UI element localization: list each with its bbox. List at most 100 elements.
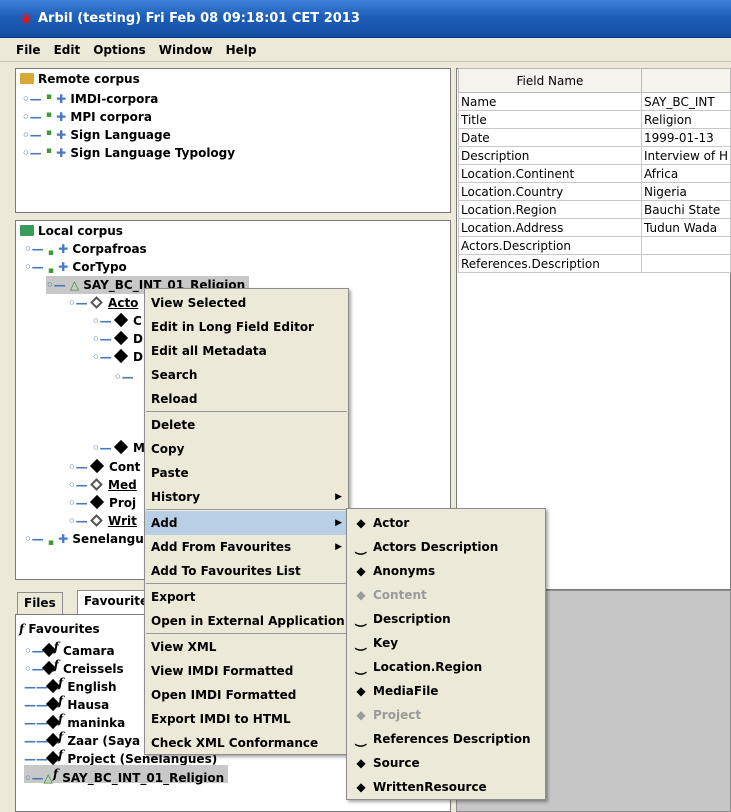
favourite-camara[interactable]: ◦— f Camara [24, 638, 115, 658]
table-row[interactable]: Description Interview of H [458, 146, 731, 165]
favourite-marker-icon: f [58, 730, 64, 744]
menu-options[interactable]: Options [93, 43, 146, 57]
tree-item-mpi-corpora[interactable]: ◦— ▪ ✚ MPI corpora [22, 106, 152, 124]
tree-item-actors[interactable]: ◦— Acto [68, 294, 138, 312]
favourite-zaar[interactable]: —— f Zaar (Saya [24, 728, 140, 748]
submenu-item-location-region[interactable]: ⏝ Location.Region [347, 655, 482, 679]
submenu-item-key[interactable]: ⏝ Key [347, 631, 398, 655]
tab-files[interactable]: Files [17, 592, 63, 614]
tree-item-senelangues[interactable]: ◦— ▪ ✚ Senelangue [24, 530, 152, 548]
diamond-icon [113, 330, 128, 346]
submenu-item-description[interactable]: ⏝ Description [347, 607, 450, 631]
menu-separator [146, 633, 347, 634]
menu-edit[interactable]: Edit [54, 43, 81, 57]
tree-item-sign-language[interactable]: ◦— ▪ ✚ Sign Language [22, 124, 171, 142]
remote-corpus-root[interactable]: Remote corpus [20, 70, 140, 88]
submenu-item-source[interactable]: ◆ Source [347, 751, 419, 775]
tab-favourites[interactable]: Favourite [77, 590, 148, 614]
window-title-bar[interactable]: ❦ Arbil (testing) Fri Feb 08 09:18:01 CE… [0, 0, 731, 38]
tree-item-media[interactable]: ◦— Med [68, 476, 137, 494]
table-row[interactable]: Location.Region Bauchi State [458, 200, 731, 219]
menu-item-delete[interactable]: Delete [145, 413, 195, 437]
table-row[interactable]: Name SAY_BC_INT [458, 92, 731, 111]
menu-item-edit-long-field[interactable]: Edit in Long Field Editor [145, 315, 314, 339]
favourite-session-selected[interactable]: ◦—△f SAY_BC_INT_01_Religion [24, 765, 229, 785]
table-row[interactable]: Actors.Description [458, 236, 731, 255]
menu-file[interactable]: File [16, 43, 41, 57]
table-row[interactable]: Date 1999-01-13 [458, 128, 731, 147]
favourite-english[interactable]: —— f English [24, 674, 117, 694]
submenu-item-anonyms[interactable]: ◆ Anonyms [347, 559, 435, 583]
table-row[interactable]: Location.Country Nigeria [458, 182, 731, 201]
favourite-marker-icon: f [19, 622, 25, 636]
diamond-disabled-icon: ◆ [356, 708, 366, 722]
diamond-icon: ◆ [356, 684, 366, 698]
submenu-item-actor[interactable]: ◆ Actor [347, 511, 409, 535]
favourite-hausa[interactable]: —— f Hausa [24, 692, 109, 712]
favourite-marker-icon: f [58, 676, 64, 690]
field-icon: ⏝ [355, 660, 367, 674]
column-header-value[interactable] [640, 68, 731, 93]
tree-item-imdi-corpora[interactable]: ◦— ▪ ✚ IMDI-corpora [22, 88, 158, 106]
favourites-root[interactable]: f Favourites [19, 620, 100, 638]
tree-item-cortypo[interactable]: ◦— ▪ ✚ CorTypo [24, 258, 127, 276]
submenu-item-actors-description[interactable]: ⏝ Actors Description [347, 535, 498, 559]
favourite-marker-icon: f [58, 712, 64, 726]
expand-handle-icon: ◦— [24, 242, 44, 256]
menu-item-paste[interactable]: Paste [145, 461, 189, 485]
submenu-arrow-icon: ▶ [335, 542, 342, 552]
table-row[interactable]: References.Description [458, 254, 731, 273]
submenu-item-content[interactable]: ◆ Content [347, 583, 426, 607]
menu-window[interactable]: Window [159, 43, 213, 57]
submenu-item-writtenresource[interactable]: ◆ WrittenResource [347, 775, 486, 799]
favourite-marker-icon: f [58, 694, 64, 708]
submenu-item-project[interactable]: ◆ Project [347, 703, 421, 727]
tree-item-sign-language-typology[interactable]: ◦— ▪ ✚ Sign Language Typology [22, 142, 235, 160]
tree-item-actor-4[interactable]: ◦— M [92, 439, 145, 457]
expand-handle-icon: ◦— [92, 314, 112, 328]
folder-icon [20, 225, 34, 236]
menu-item-open-imdi-formatted[interactable]: Open IMDI Formatted [145, 683, 296, 707]
submenu-item-mediafile[interactable]: ◆ MediaFile [347, 679, 438, 703]
table-row[interactable]: Location.Continent Africa [458, 164, 731, 183]
table-row[interactable]: Title Religion [458, 110, 731, 129]
favourite-maninka[interactable]: —— f maninka [24, 710, 125, 730]
tree-item-actor-3[interactable]: ◦— D [92, 348, 143, 366]
menu-item-edit-all-metadata[interactable]: Edit all Metadata [145, 339, 267, 363]
menu-item-add[interactable]: Add ▶ [145, 511, 348, 535]
menu-item-add-from-favourites[interactable]: Add From Favourites ▶ [145, 535, 348, 559]
column-header-field-name[interactable]: Field Name [458, 68, 642, 93]
table-row[interactable]: Location.Address Tudun Wada [458, 218, 731, 237]
empty-diamond-icon [89, 296, 103, 309]
diamond-disabled-icon: ◆ [356, 588, 366, 602]
menu-item-view-selected[interactable]: View Selected [145, 291, 246, 315]
menu-item-history[interactable]: History ▶ [145, 485, 348, 509]
remote-corpus-tree[interactable]: Remote corpus ◦— ▪ ✚ IMDI-corpora ◦— ▪ ✚… [15, 68, 451, 213]
tree-item-actor-2[interactable]: ◦— D [92, 330, 143, 348]
menu-item-view-xml[interactable]: View XML [145, 635, 216, 659]
menu-item-search[interactable]: Search [145, 363, 197, 387]
tree-item-project[interactable]: ◦— Proj [68, 494, 136, 512]
local-corpus-root[interactable]: Local corpus [20, 222, 123, 240]
corpus-node-icon: ✚ [56, 92, 67, 106]
favourite-creissels[interactable]: ◦— f Creissels [24, 656, 124, 676]
empty-diamond-icon [89, 514, 103, 527]
expand-handle-icon: ◦— [22, 146, 42, 160]
menu-item-add-to-favourites[interactable]: Add To Favourites List [145, 559, 301, 583]
tree-item-corpafroas[interactable]: ◦— ▪ ✚ Corpafroas [24, 240, 147, 258]
menu-item-check-xml[interactable]: Check XML Conformance [145, 731, 318, 755]
node-marker-icon: ▪ [45, 110, 52, 120]
tree-item-content[interactable]: ◦— Cont [68, 458, 140, 476]
diamond-icon: ◆ [356, 516, 366, 530]
diamond-icon [113, 312, 128, 328]
menu-item-reload[interactable]: Reload [145, 387, 197, 411]
menu-item-export[interactable]: Export [145, 585, 195, 609]
tree-item-actor-1[interactable]: ◦— C [92, 312, 142, 330]
menu-item-export-imdi-html[interactable]: Export IMDI to HTML [145, 707, 291, 731]
menu-item-open-external[interactable]: Open in External Application [145, 609, 345, 633]
menu-help[interactable]: Help [226, 43, 257, 57]
menu-item-copy[interactable]: Copy [145, 437, 184, 461]
tree-item-written[interactable]: ◦— Writ [68, 512, 137, 530]
menu-item-view-imdi-formatted[interactable]: View IMDI Formatted [145, 659, 293, 683]
submenu-item-references-description[interactable]: ⏝ References Description [347, 727, 530, 751]
